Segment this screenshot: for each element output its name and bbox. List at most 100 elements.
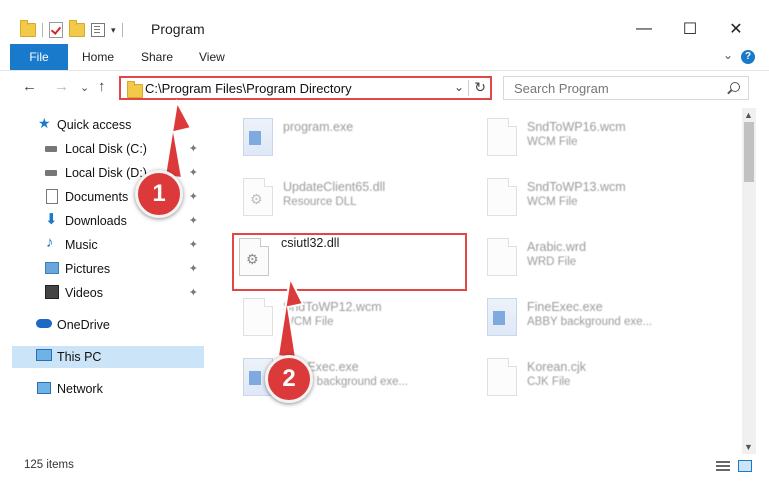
file-name: Arabic.wrd	[527, 240, 587, 254]
callout-1-badge: 1	[135, 170, 183, 218]
list-item[interactable]: UpdateClient65.dll Resource DLL	[233, 172, 473, 224]
tab-share[interactable]: Share	[141, 44, 173, 70]
list-item[interactable]: FineExec.exe ABBY background exe...	[477, 292, 717, 344]
sidebar-item-pictures[interactable]: Pictures ✦	[12, 258, 204, 280]
address-path[interactable]: C:\Program Files\Program Directory	[145, 81, 352, 96]
item-count: 125 items	[24, 459, 74, 471]
list-item[interactable]: SndToWP13.wcm WCM File	[477, 172, 717, 224]
sidebar-item-label: Local Disk (D:)	[65, 166, 147, 180]
address-bar[interactable]: C:\Program Files\Program Directory ⌄ ↻	[119, 76, 492, 100]
pin-icon[interactable]: ✦	[189, 262, 198, 275]
minimize-button[interactable]: —	[621, 14, 667, 44]
back-button[interactable]: ←	[22, 78, 37, 95]
navigation-bar: ← → ⌄ ↑ C:\Program Files\Program Directo…	[0, 72, 769, 104]
sidebar-item-downloads[interactable]: ⬇ Downloads ✦	[12, 210, 204, 232]
window-title: Program	[151, 21, 205, 37]
ribbon-expand-icon[interactable]: ⌄	[723, 48, 733, 62]
sidebar-item-music[interactable]: ♪ Music ✦	[12, 234, 204, 256]
pin-icon[interactable]: ✦	[189, 238, 198, 251]
help-icon[interactable]: ?	[741, 50, 755, 64]
file-name: Korean.cjk	[527, 360, 587, 374]
details-view-icon[interactable]	[716, 460, 730, 472]
scroll-down-icon[interactable]: ▼	[744, 442, 753, 452]
sidebar-item-label: Music	[65, 238, 98, 252]
search-icon[interactable]	[730, 82, 740, 92]
pin-icon[interactable]: ✦	[189, 214, 198, 227]
title-bar: ▾ Program — ☐ ✕	[0, 0, 769, 44]
file-type: WCM File	[527, 136, 578, 148]
pin-icon[interactable]: ✦	[189, 166, 198, 179]
file-type: WRD File	[527, 256, 577, 268]
close-button[interactable]: ✕	[713, 14, 759, 44]
pictures-icon	[45, 262, 59, 274]
recent-locations-button[interactable]: ⌄	[80, 81, 89, 94]
address-dropdown-icon[interactable]: ⌄	[454, 80, 464, 94]
new-folder-icon[interactable]	[69, 20, 85, 37]
list-item[interactable]: Arabic.wrd WRD File	[477, 232, 717, 284]
download-icon: ⬇	[45, 211, 58, 228]
sidebar-item-label: Quick access	[57, 118, 132, 132]
file-name: program.exe	[283, 120, 354, 134]
list-item[interactable]: SndToWP12.wcm WCM File	[233, 292, 473, 344]
tab-file[interactable]: File	[10, 44, 68, 70]
sidebar-item-local-disk-c[interactable]: Local Disk (C:) ✦	[12, 138, 204, 160]
navigation-pane: ★ Quick access Local Disk (C:) ✦ Local D…	[0, 108, 206, 450]
music-icon: ♪	[46, 234, 54, 251]
forward-button[interactable]: →	[54, 78, 69, 95]
vertical-scrollbar[interactable]: ▲ ▼	[742, 108, 756, 454]
toolbar-separator	[42, 23, 43, 37]
sidebar-item-label: Network	[57, 382, 103, 396]
tab-view[interactable]: View	[199, 44, 225, 70]
app-icon	[243, 118, 273, 156]
sidebar-item-label: OneDrive	[57, 318, 110, 332]
search-box[interactable]	[503, 76, 749, 100]
sidebar-item-videos[interactable]: Videos ✦	[12, 282, 204, 304]
file-highlight-box	[232, 233, 467, 291]
pin-icon[interactable]: ✦	[189, 286, 198, 299]
pin-icon[interactable]: ✦	[189, 190, 198, 203]
tab-home[interactable]: Home	[82, 44, 114, 70]
folder-icon	[20, 20, 36, 37]
folder-icon	[127, 81, 143, 98]
sidebar-item-label: This PC	[57, 350, 102, 364]
cloud-icon	[36, 319, 52, 328]
search-input[interactable]	[512, 80, 716, 97]
file-name: SndToWP13.wcm	[527, 180, 626, 194]
ribbon-tabs: File Home Share View ⌄ ?	[0, 44, 769, 71]
gear-file-icon	[243, 178, 273, 216]
large-icons-view-icon[interactable]	[738, 460, 752, 472]
qat-dropdown-icon[interactable]: ▾	[111, 25, 116, 36]
status-bar: 125 items	[0, 454, 769, 476]
address-divider	[468, 80, 469, 96]
computer-icon	[36, 349, 52, 361]
properties-check-icon[interactable]	[49, 22, 63, 38]
sidebar-item-network[interactable]: Network	[0, 378, 192, 400]
sidebar-item-onedrive[interactable]: OneDrive	[0, 314, 192, 336]
file-icon	[243, 298, 273, 336]
sidebar-item-label: Downloads	[65, 214, 127, 228]
list-item[interactable]: program.exe	[233, 112, 473, 164]
file-type: ABBY background exe...	[527, 316, 653, 328]
sidebar-item-quick-access[interactable]: ★ Quick access	[0, 114, 192, 136]
sidebar-item-label: Videos	[65, 286, 103, 300]
pin-icon[interactable]: ✦	[189, 142, 198, 155]
file-type: CJK File	[527, 376, 571, 388]
callout-2-badge: 2	[265, 355, 313, 403]
up-button[interactable]: ↑	[98, 78, 106, 95]
drive-icon	[45, 146, 57, 152]
maximize-button[interactable]: ☐	[667, 14, 713, 44]
scroll-thumb[interactable]	[744, 122, 754, 182]
file-type: Resource DLL	[283, 196, 357, 208]
list-item[interactable]: Korean.cjk CJK File	[477, 352, 717, 404]
scroll-up-icon[interactable]: ▲	[744, 110, 753, 120]
list-item[interactable]: SndToWP16.wcm WCM File	[477, 112, 717, 164]
toolbar-separator	[121, 23, 123, 37]
file-icon	[487, 358, 517, 396]
file-icon	[487, 178, 517, 216]
refresh-icon[interactable]: ↻	[474, 79, 486, 96]
details-icon[interactable]	[91, 23, 105, 37]
quick-access-toolbar: ▾	[20, 20, 123, 40]
sidebar-item-label: Local Disk (C:)	[65, 142, 147, 156]
sidebar-item-this-pc[interactable]: This PC	[12, 346, 204, 368]
file-name: SndToWP12.wcm	[283, 300, 382, 314]
